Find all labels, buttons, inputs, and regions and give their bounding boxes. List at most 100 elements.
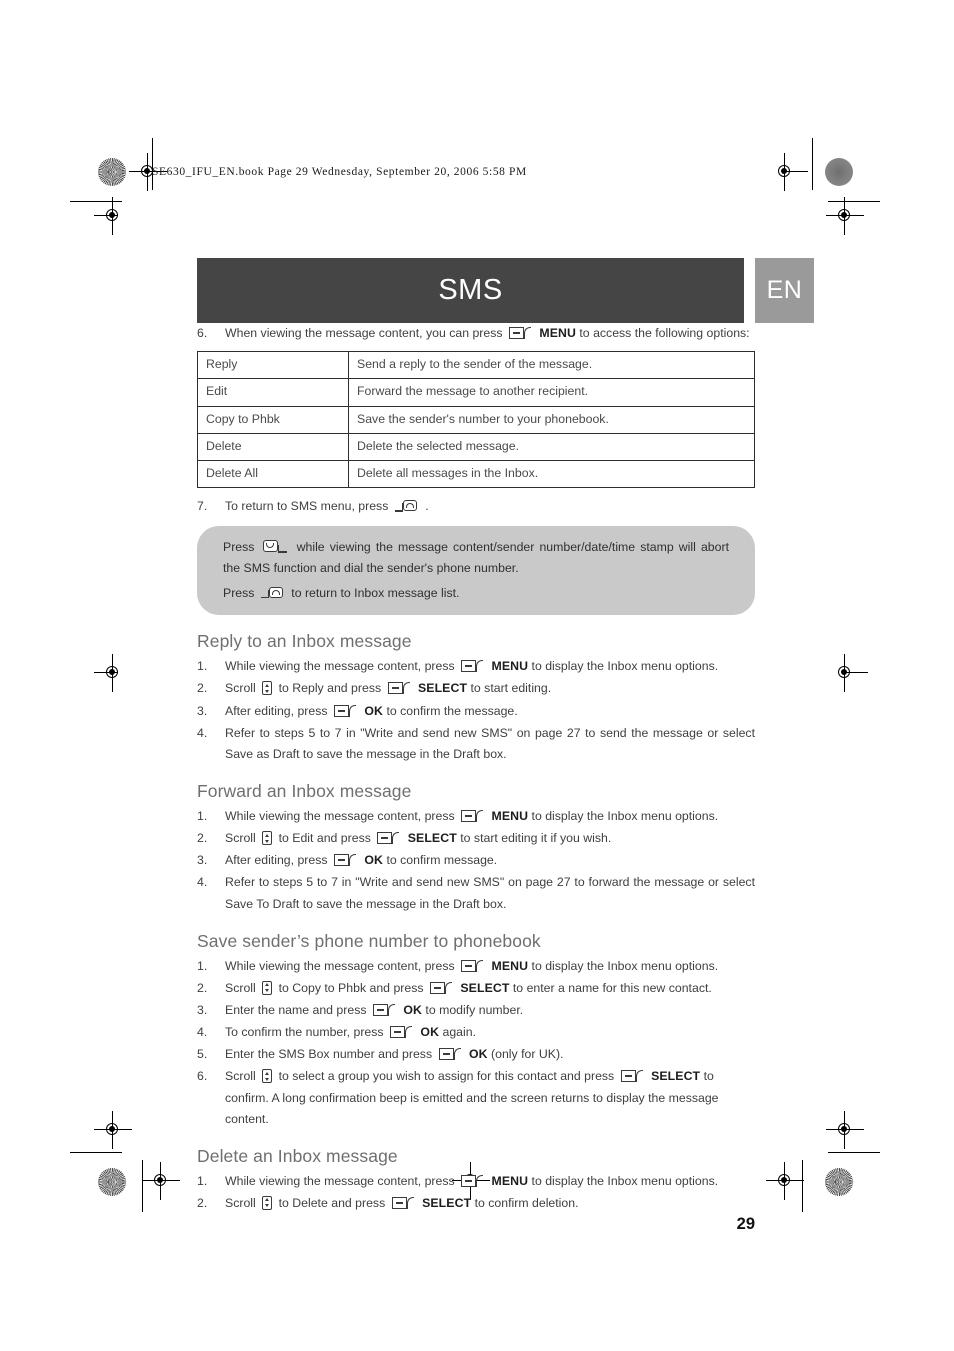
list-item: 4. Refer to steps 5 to 7 in "Write and se… [197, 872, 755, 914]
crop-rule [152, 138, 153, 190]
page-header: SMS EN [197, 258, 814, 323]
step-text: Enter the SMS Box number and press [225, 1047, 433, 1062]
step-list: 1. While viewing the message content, pre… [197, 806, 755, 915]
step-text: After editing, press [225, 703, 328, 718]
softkey-label: SELECT [422, 1195, 472, 1210]
step-text: Scroll [225, 681, 256, 696]
step-text: to confirm the message. [386, 703, 518, 718]
soft-key-icon [461, 1174, 485, 1188]
option-name: Edit [197, 378, 349, 407]
step-text: again. [442, 1025, 476, 1040]
halftone-dot [825, 1168, 853, 1196]
list-item: 4. To confirm the number, press OK again. [197, 1022, 755, 1043]
list-item: 1. While viewing the message content, pre… [197, 1171, 755, 1192]
registration-mark [826, 1111, 864, 1149]
step-text-after: . [425, 499, 429, 514]
soft-key-icon [389, 1026, 414, 1039]
step-text: to select a group you wish to assign for… [278, 1069, 615, 1084]
step-text: to Copy to Phbk and press [278, 980, 424, 995]
option-name: Reply [197, 351, 349, 380]
section-heading: Delete an Inbox message [197, 1145, 398, 1166]
step-text: Scroll [225, 831, 256, 846]
file-banner-text: SE630_IFU_EN.book Page 29 Wednesday, Sep… [152, 166, 527, 178]
option-description: Save the sender's number to your phonebo… [348, 405, 755, 434]
page-content: SMS EN 6. When viewing the message conte… [197, 258, 814, 1249]
step-text: Scroll [225, 1069, 256, 1084]
crop-rule [70, 1152, 122, 1153]
crop-rule [802, 1160, 803, 1212]
registration-mark [826, 197, 864, 235]
list-item: 1. While viewing the message content, pre… [197, 656, 755, 677]
softkey-label: MENU [491, 659, 529, 674]
list-item: 1. While viewing the message content, pre… [197, 956, 755, 977]
note-line-1: Press while viewing the message content/… [223, 537, 729, 578]
crop-rule [828, 201, 880, 202]
soft-key-icon [461, 809, 485, 823]
soft-key-icon [333, 704, 358, 718]
registration-mark [94, 1111, 132, 1149]
section-heading: Save sender’s phone number to phonebook [197, 930, 541, 951]
list-item: 1. While viewing the message content, pre… [197, 806, 755, 827]
soft-key-icon [372, 1003, 397, 1017]
intro-step-list: 6. When viewing the message content, you… [197, 323, 755, 344]
registration-mark [832, 654, 868, 692]
crop-rule [812, 138, 813, 190]
end-key-icon [394, 499, 419, 513]
page-footer: 29 [197, 1215, 755, 1249]
softkey-label: SELECT [417, 681, 468, 696]
option-description: Delete all messages in the Inbox. [348, 459, 755, 489]
section-heading: Forward an Inbox message [197, 780, 412, 801]
step-text: to display the Inbox menu options. [531, 659, 719, 674]
note-text-before: Press [223, 585, 255, 600]
note-text-after: while viewing the message content/sender… [223, 540, 729, 575]
note-text-after: to return to Inbox message list. [291, 585, 460, 600]
scroll-key-icon [262, 681, 273, 696]
crop-rule [828, 1152, 880, 1153]
softkey-label: MENU [491, 958, 529, 973]
step-text: (only for UK). [491, 1047, 564, 1062]
step-text: to start editing. [470, 681, 552, 696]
step-text: to modify number. [425, 1002, 524, 1017]
soft-key-icon [508, 327, 533, 340]
step-number: 1. [197, 1173, 208, 1188]
step-number: 5. [197, 1047, 208, 1062]
softkey-label: OK [364, 853, 384, 868]
step-text: to Delete and press [278, 1195, 386, 1210]
step-text-before: When viewing the message content, you ca… [225, 326, 503, 340]
halftone-dot [98, 158, 126, 186]
softkey-label: OK [468, 1047, 488, 1062]
table-row: Delete All Delete all messages in the In… [197, 459, 755, 489]
list-item: 4. Refer to steps 5 to 7 in "Write and se… [197, 723, 755, 765]
language-badge: EN [755, 258, 814, 323]
step-number: 7. [197, 499, 208, 514]
registration-mark [766, 1162, 804, 1200]
step-number: 4. [197, 875, 208, 890]
softkey-label: OK [364, 703, 384, 718]
sections-container: Reply to an Inbox message 1. While viewing… [197, 631, 755, 1214]
step-number: 2. [197, 1195, 208, 1210]
registration-mark [772, 153, 808, 191]
chapter-banner: SMS [197, 258, 744, 323]
step-text: to confirm message. [386, 853, 498, 868]
step-text-after: to access the following options: [579, 326, 750, 340]
soft-key-icon [461, 660, 485, 673]
soft-key-icon [333, 854, 358, 867]
step-number: 4. [197, 1025, 208, 1040]
step-list: 1. While viewing the message content, pre… [197, 1171, 755, 1214]
list-item: 3. After editing, press OK to confirm mes… [197, 850, 755, 871]
option-name: Delete All [197, 459, 349, 489]
step-text-before: To return to SMS menu, press [225, 499, 389, 514]
scroll-key-icon [262, 831, 273, 846]
step-number: 2. [197, 980, 208, 995]
language-label: EN [766, 276, 803, 304]
softkey-label: OK [420, 1025, 440, 1040]
soft-key-icon [620, 1070, 645, 1083]
step-text: After editing, press [225, 853, 328, 868]
table-row: Copy to Phbk Save the sender's number to… [197, 405, 755, 434]
list-item: 6. When viewing the message content, you… [197, 323, 755, 344]
list-item: 6. Scroll to select a group you wish to a… [197, 1066, 755, 1129]
scroll-key-icon [262, 1069, 273, 1084]
section-heading: Reply to an Inbox message [197, 631, 412, 652]
softkey-label: MENU [539, 326, 576, 340]
step-text: to display the Inbox menu options. [531, 1173, 719, 1188]
